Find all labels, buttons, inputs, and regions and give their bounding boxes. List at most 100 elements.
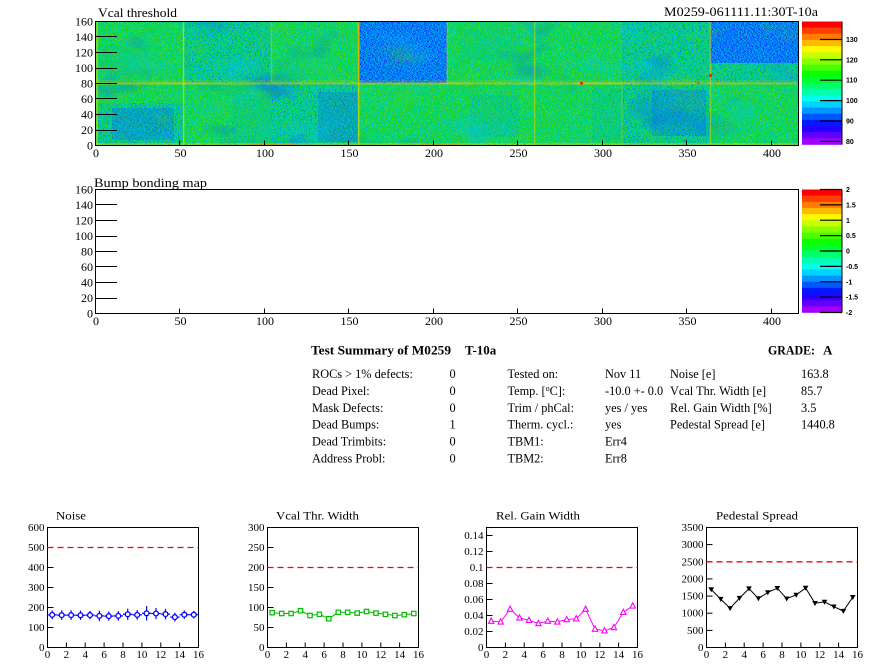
svg-text:40: 40 [81,276,93,290]
svg-text:Pedestal Spread: Pedestal Spread [716,509,798,523]
svg-text:100: 100 [75,229,93,243]
svg-text:3000: 3000 [682,539,705,551]
svg-text:100: 100 [256,146,274,160]
svg-text:Address Probl:: Address Probl: [312,452,385,466]
svg-text:6: 6 [321,649,327,661]
svg-text:350: 350 [678,146,696,160]
svg-text:Trim / phCal:: Trim / phCal: [508,401,575,415]
svg-text:300: 300 [28,582,45,594]
svg-text:Dead Trimbits:: Dead Trimbits: [312,435,386,449]
svg-text:0.06: 0.06 [464,594,484,606]
svg-text:120: 120 [75,214,93,228]
svg-text:500: 500 [28,542,45,554]
svg-text:Vcal Thr. Width [e]: Vcal Thr. Width [e] [670,384,766,398]
svg-text:110: 110 [846,78,857,85]
svg-text:40: 40 [81,108,93,122]
svg-text:400: 400 [763,314,781,328]
svg-text:0: 0 [484,649,490,661]
svg-text:Bump bonding map: Bump bonding map [94,175,207,190]
svg-text:Vcal Thr. Width: Vcal Thr. Width [276,509,359,523]
svg-text:120: 120 [75,46,93,60]
svg-text:500: 500 [687,625,704,637]
svg-text:0.5: 0.5 [846,233,856,240]
svg-text:-0.5: -0.5 [846,264,858,271]
svg-text:2500: 2500 [682,556,705,568]
svg-text:6: 6 [760,649,766,661]
svg-text:Pedestal Spread [e]: Pedestal Spread [e] [670,418,765,432]
svg-text:1440.8: 1440.8 [801,418,835,432]
svg-text:8: 8 [559,649,565,661]
svg-text:150: 150 [340,314,358,328]
svg-text:M0259-061111.11:30T-10a: M0259-061111.11:30T-10a [664,4,818,19]
svg-text:Rel. Gain Width [%]: Rel. Gain Width [%] [670,401,772,415]
svg-text:2: 2 [846,187,850,194]
svg-text:90: 90 [846,119,854,126]
svg-text:0.14: 0.14 [464,530,484,542]
svg-text:0.04: 0.04 [464,610,484,622]
svg-text:20: 20 [81,291,93,305]
svg-text:0: 0 [265,649,271,661]
svg-text:TBM1:: TBM1: [508,435,544,449]
svg-text:-10.0 +- 0.0: -10.0 +- 0.0 [605,384,663,398]
svg-text:Noise: Noise [56,509,86,523]
svg-text:Mask Defects:: Mask Defects: [312,401,383,415]
svg-text:2000: 2000 [682,573,705,585]
svg-text:T-10a: T-10a [465,343,497,358]
svg-text:20: 20 [81,123,93,137]
svg-text:1500: 1500 [682,591,705,603]
svg-text:200: 200 [425,314,443,328]
svg-text:4: 4 [303,649,309,661]
svg-text:3.5: 3.5 [801,401,816,415]
svg-text:1000: 1000 [682,608,705,620]
svg-text:Tested on:: Tested on: [508,367,559,381]
svg-text:100: 100 [846,98,858,105]
svg-text:12: 12 [155,649,166,661]
svg-text:-1.5: -1.5 [846,295,858,302]
svg-text:8: 8 [340,649,346,661]
svg-text:200: 200 [425,146,443,160]
svg-text:4: 4 [742,649,748,661]
svg-text:50: 50 [254,622,266,634]
svg-text:6: 6 [540,649,546,661]
svg-text:2: 2 [284,649,290,661]
svg-text:130: 130 [846,37,858,44]
svg-text:TBM2:: TBM2: [508,452,544,466]
svg-text:0: 0 [450,401,456,415]
svg-text:GRADE:: GRADE: [768,343,815,358]
svg-text:0: 0 [93,314,99,328]
svg-text:0: 0 [45,649,51,661]
svg-text:0.08: 0.08 [464,578,484,590]
svg-text:600: 600 [28,522,45,534]
svg-text:0: 0 [93,146,99,160]
svg-text:0: 0 [450,435,456,449]
svg-text:14: 14 [833,649,845,661]
svg-text:-1: -1 [846,279,852,286]
svg-text:50: 50 [174,146,186,160]
svg-text:yes / yes: yes / yes [605,401,648,415]
svg-text:4: 4 [522,649,528,661]
svg-text:10: 10 [575,649,587,661]
svg-text:60: 60 [81,92,93,106]
svg-text:160: 160 [75,183,93,197]
svg-text:10: 10 [356,649,368,661]
svg-text:Dead Bumps:: Dead Bumps: [312,418,379,432]
svg-text:80: 80 [846,139,854,146]
svg-text:3500: 3500 [682,522,705,534]
svg-text:-2: -2 [846,310,852,317]
svg-text:100: 100 [28,622,45,634]
svg-text:1: 1 [450,418,456,432]
svg-text:Temp. [oC]:: Temp. [oC]: [508,384,566,398]
svg-text:100: 100 [75,61,93,75]
svg-text:200: 200 [248,562,265,574]
svg-text:12: 12 [814,649,825,661]
svg-text:1.5: 1.5 [846,202,856,209]
svg-text:16: 16 [413,649,425,661]
svg-text:1: 1 [846,218,850,225]
svg-text:50: 50 [174,314,186,328]
svg-text:Dead Pixel:: Dead Pixel: [312,384,370,398]
svg-text:16: 16 [193,649,205,661]
svg-text:yes: yes [605,418,622,432]
svg-text:2: 2 [64,649,70,661]
svg-text:14: 14 [394,649,406,661]
svg-text:150: 150 [340,146,358,160]
